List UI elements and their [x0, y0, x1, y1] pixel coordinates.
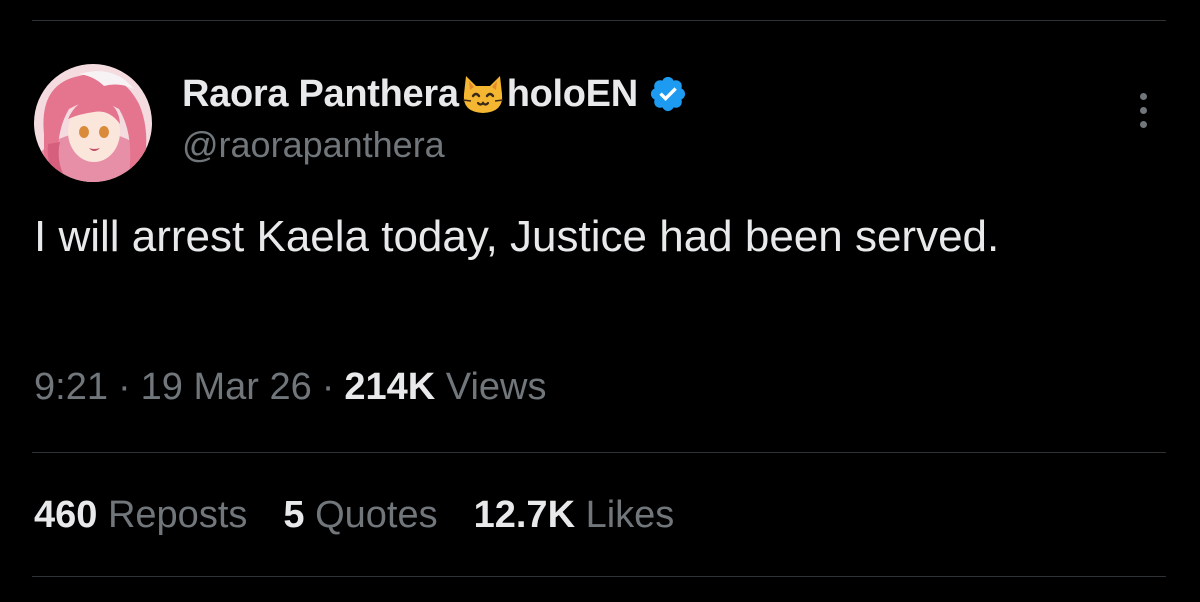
tweet-date[interactable]: 19 Mar 26 [141, 366, 312, 408]
meta-separator: · [321, 366, 335, 408]
likes-count: 12.7K [473, 494, 576, 536]
author-name[interactable]: Raora Panthera [182, 73, 459, 116]
tweet-text: I will arrest Kaela today, Justice had b… [34, 212, 1000, 261]
tweet-meta: 9:21 · 19 Mar 26 · 214K Views [34, 366, 546, 409]
author-handle[interactable]: @raorapanthera [182, 124, 445, 166]
quotes-stat[interactable]: 5 Quotes [283, 494, 437, 537]
views-count: 214K [344, 366, 436, 408]
more-vertical-icon-dot [1139, 120, 1147, 128]
meta-separator: · [117, 366, 131, 408]
tweet-time[interactable]: 9:21 [34, 366, 108, 408]
views-label: Views [445, 366, 547, 408]
quotes-count: 5 [283, 494, 305, 536]
reposts-label: Reposts [107, 494, 248, 536]
engagement-stats: 460 Reposts 5 Quotes 12.7K Likes [34, 494, 710, 537]
more-options-button[interactable] [1126, 82, 1160, 138]
stats-divider-top [32, 452, 1166, 453]
author-name-row[interactable]: Raora Panthera holoEN [182, 70, 688, 118]
top-divider [32, 20, 1166, 21]
more-vertical-icon-dot [1139, 106, 1147, 114]
likes-stat[interactable]: 12.7K Likes [474, 494, 675, 537]
cat-face-emoji-icon [460, 72, 506, 116]
more-vertical-icon [1139, 92, 1147, 100]
likes-label: Likes [585, 494, 675, 536]
author-affiliation[interactable]: holoEN [507, 73, 638, 116]
avatar[interactable] [34, 64, 152, 182]
reposts-count: 460 [34, 494, 98, 536]
stats-divider-bottom [32, 576, 1166, 577]
verified-badge-icon[interactable] [648, 74, 688, 114]
quotes-label: Quotes [315, 494, 438, 536]
reposts-stat[interactable]: 460 Reposts [34, 494, 247, 537]
